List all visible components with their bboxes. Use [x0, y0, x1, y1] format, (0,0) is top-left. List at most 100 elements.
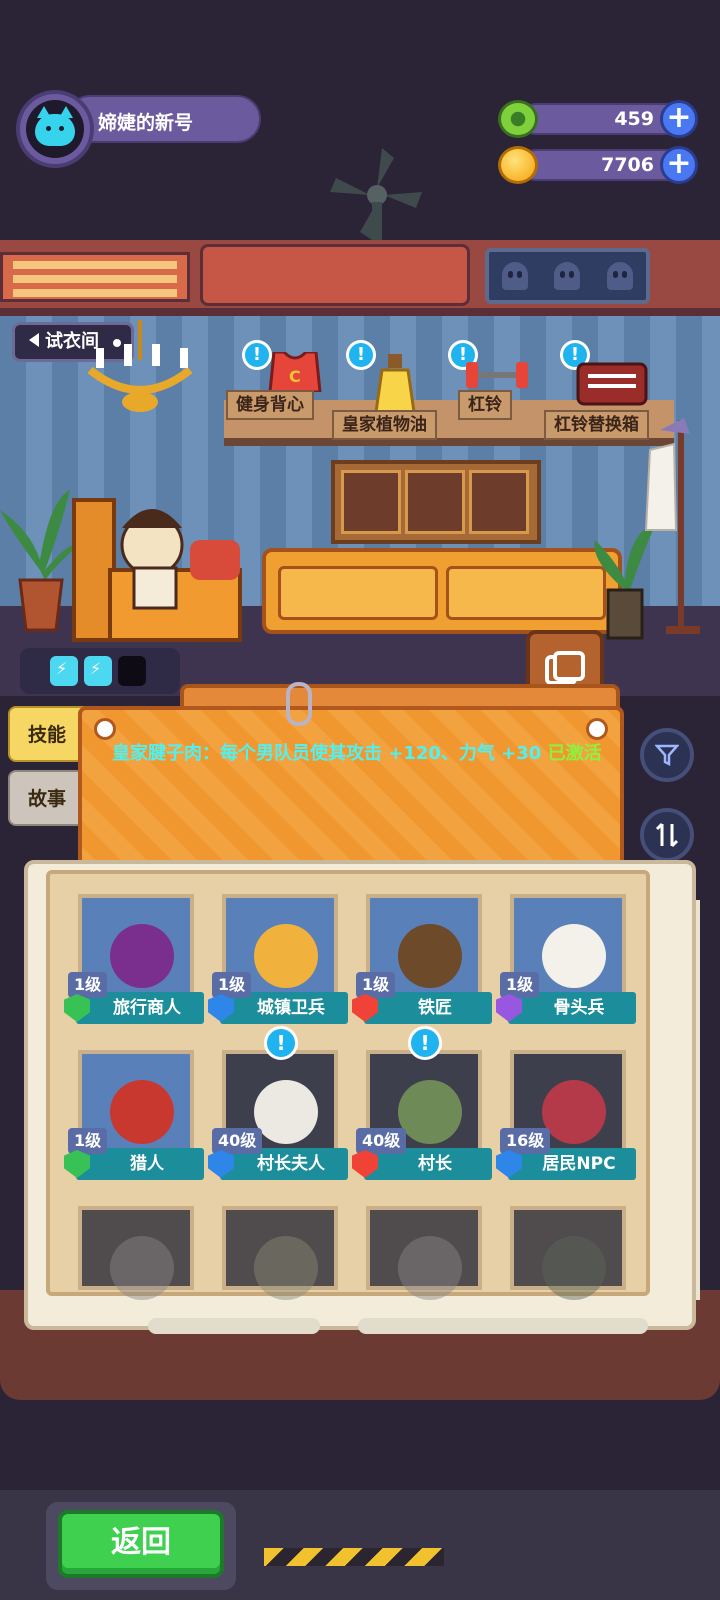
- character-face-icon: [110, 924, 174, 988]
- display-case: [331, 460, 541, 544]
- alert-icon: !: [408, 1026, 442, 1060]
- skill-status: 已激活: [547, 743, 602, 764]
- character-face-icon: [542, 1080, 606, 1144]
- gem-value: 459: [614, 108, 654, 130]
- chandelier-icon: [87, 320, 193, 412]
- character-face-icon: [542, 924, 606, 988]
- ghost-icon: [554, 262, 581, 290]
- character-card[interactable]: 猎人 1级: [64, 1042, 204, 1184]
- character-level: 1级: [500, 972, 540, 998]
- character-face-icon: [542, 1236, 606, 1300]
- character-card[interactable]: 铁匠 1级: [352, 886, 492, 1028]
- tab-skill[interactable]: 技能: [8, 706, 88, 762]
- character-portrait: [222, 1206, 338, 1300]
- sort-icon: [655, 822, 679, 848]
- skill-board: 皇家腱子肉：每个男队员使其攻击 +120、力气 +30 已激活: [78, 706, 624, 876]
- potted-plant-icon: [0, 490, 80, 632]
- locked-character-card[interactable]: [502, 1198, 634, 1300]
- character-portrait: [78, 1206, 194, 1300]
- character-card[interactable]: 居民NPC 16级: [496, 1042, 636, 1184]
- item-tank-top[interactable]: ! C 健身背心: [222, 340, 342, 450]
- filter-button[interactable]: [640, 728, 694, 782]
- locked-character-card[interactable]: [358, 1198, 490, 1300]
- character-face-icon: [254, 924, 318, 988]
- paper-clip-icon: [286, 682, 312, 726]
- display-slot-crown[interactable]: [469, 470, 529, 534]
- barbell-box-icon: [576, 362, 648, 406]
- character-card[interactable]: 旅行商人 1级: [64, 886, 204, 1028]
- coin-counter: 7706 +: [498, 146, 698, 184]
- character-card[interactable]: 城镇卫兵 1级: [208, 886, 348, 1028]
- player-avatar[interactable]: [16, 90, 94, 168]
- skill-text: 皇家腱子肉：每个男队员使其攻击 +120、力气 +30: [112, 743, 542, 764]
- character-face-icon: [110, 1236, 174, 1300]
- locked-character-card[interactable]: [70, 1198, 202, 1300]
- item-label: 健身背心: [226, 390, 314, 420]
- player-name: 媂婕的新号: [98, 112, 194, 134]
- throne-character[interactable]: [70, 490, 250, 650]
- upper-shelf: [0, 240, 720, 316]
- cat-face-icon: [35, 106, 75, 146]
- item-label: 皇家植物油: [332, 410, 437, 440]
- player-profile[interactable]: 媂婕的新号: [16, 90, 261, 168]
- character-level: 1级: [68, 972, 108, 998]
- display-slot-costume[interactable]: [405, 470, 465, 534]
- blurred-text: [358, 1318, 648, 1334]
- character-card[interactable]: 村长夫人 40级!: [208, 1026, 348, 1184]
- character-face-icon: [398, 924, 462, 988]
- tank-top-icon: C: [268, 352, 322, 392]
- energy-bar: [20, 648, 180, 694]
- back-button[interactable]: 返回: [58, 1510, 224, 1578]
- machine-decoration: [200, 244, 470, 306]
- energy-empty-icon: [118, 656, 146, 686]
- barbell-icon: [466, 362, 528, 388]
- character-face-icon: [398, 1236, 462, 1300]
- coin-value: 7706: [601, 154, 654, 176]
- filter-icon: [655, 744, 679, 767]
- energy-bolt-icon: [50, 656, 78, 686]
- character-level: 1级: [68, 1128, 108, 1154]
- hazard-stripe: [264, 1548, 444, 1566]
- character-portrait: [510, 1206, 626, 1300]
- coat-rack-icon: [644, 418, 700, 634]
- blurred-text: [148, 1318, 320, 1334]
- ghost-icon: [502, 262, 529, 290]
- character-level: 40级: [356, 1128, 407, 1154]
- character-face-icon: [398, 1080, 462, 1144]
- gold-planet-coin-icon: [498, 146, 538, 184]
- tab-story[interactable]: 故事: [8, 770, 88, 826]
- gem-counter: 459 +: [498, 100, 698, 138]
- energy-bolt-icon: [84, 656, 112, 686]
- character-level: 40级: [212, 1128, 263, 1154]
- svg-text:C: C: [289, 367, 301, 386]
- ghost-icon: [606, 262, 633, 290]
- character-level: 1级: [356, 972, 396, 998]
- vent-decoration: [0, 252, 190, 302]
- add-coin-button[interactable]: +: [660, 146, 698, 184]
- green-gem-icon: [498, 100, 538, 138]
- counter-cabinet: [262, 548, 622, 634]
- skill-description: 皇家腱子肉：每个男队员使其攻击 +120、力气 +30 已激活: [112, 738, 602, 770]
- character-level: 16级: [500, 1128, 551, 1154]
- ghost-monitor-decoration: [485, 248, 650, 304]
- item-label: 杠铃: [458, 390, 512, 420]
- cards-icon: [545, 651, 585, 685]
- display-slot-stone[interactable]: [341, 470, 401, 534]
- sort-button[interactable]: [640, 808, 694, 862]
- pin-icon: [586, 718, 608, 740]
- item-royal-oil[interactable]: ! 皇家植物油: [332, 340, 454, 450]
- back-arrow-icon: [29, 333, 39, 347]
- pin-icon: [94, 718, 116, 740]
- character-face-icon: [110, 1080, 174, 1144]
- ceiling-fan-icon: [330, 148, 422, 248]
- character-level: 1级: [212, 972, 252, 998]
- oil-bottle-icon: [374, 354, 416, 414]
- character-card[interactable]: 村长 40级!: [352, 1026, 492, 1184]
- character-face-icon: [254, 1080, 318, 1144]
- add-gem-button[interactable]: +: [660, 100, 698, 138]
- character-portrait: [366, 1206, 482, 1300]
- locked-character-card[interactable]: [214, 1198, 346, 1300]
- alert-icon: !: [346, 340, 376, 370]
- alert-icon: !: [264, 1026, 298, 1060]
- character-card[interactable]: 骨头兵 1级: [496, 886, 636, 1028]
